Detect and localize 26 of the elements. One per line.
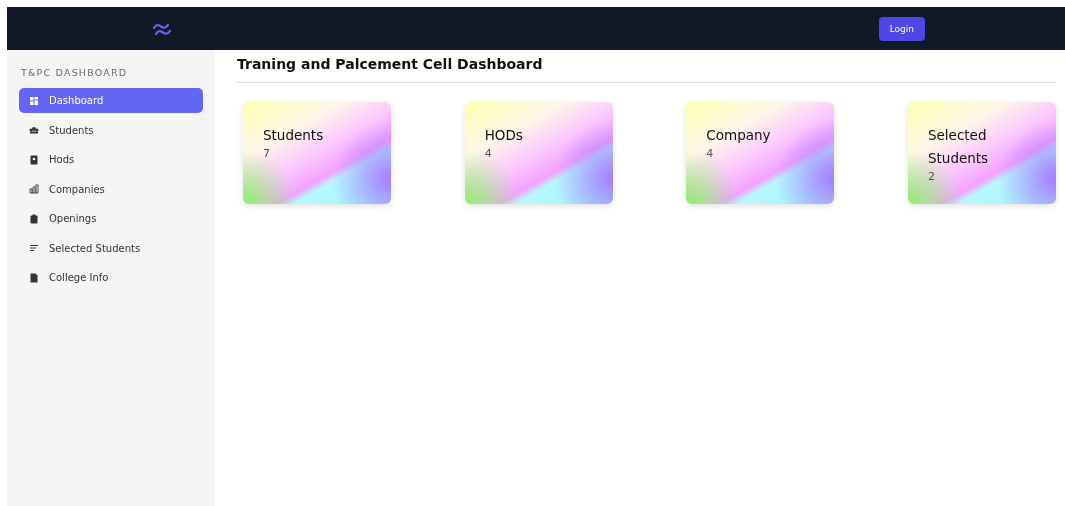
login-button[interactable]: Login <box>878 16 925 41</box>
sidebar-item[interactable]: Hods <box>19 147 203 172</box>
file-icon <box>29 272 39 283</box>
card-count: 4 <box>706 147 715 160</box>
sidebar-item[interactable]: Companies <box>19 176 203 202</box>
clipboard-icon <box>29 213 39 224</box>
list-icon <box>29 243 39 253</box>
group-icon <box>29 125 39 135</box>
sidebar-item[interactable]: Selected Students <box>19 235 203 261</box>
sidebar-item[interactable]: College Info <box>19 265 203 290</box>
card-count: 7 <box>263 147 271 160</box>
card-count: 2 <box>927 170 936 183</box>
card-title: Selected Students <box>927 126 990 168</box>
card-title: Company <box>706 126 772 145</box>
badge-icon <box>29 154 39 165</box>
sidebar-heading: T&PC DASHBOARD <box>21 67 129 78</box>
sidebar-item[interactable]: Openings <box>19 206 203 231</box>
sidebar-item[interactable]: Dashboard <box>19 88 203 113</box>
logo-icon <box>153 22 171 35</box>
page-title: Traning and Palcement Cell Dashboard <box>237 56 1056 83</box>
dashboard-icon <box>29 95 39 106</box>
sidebar-item[interactable]: Students <box>19 117 203 143</box>
card-title: Students <box>263 126 325 145</box>
chart-icon <box>29 184 39 194</box>
card-title: HODs <box>484 126 524 145</box>
card-count: 4 <box>484 147 493 160</box>
